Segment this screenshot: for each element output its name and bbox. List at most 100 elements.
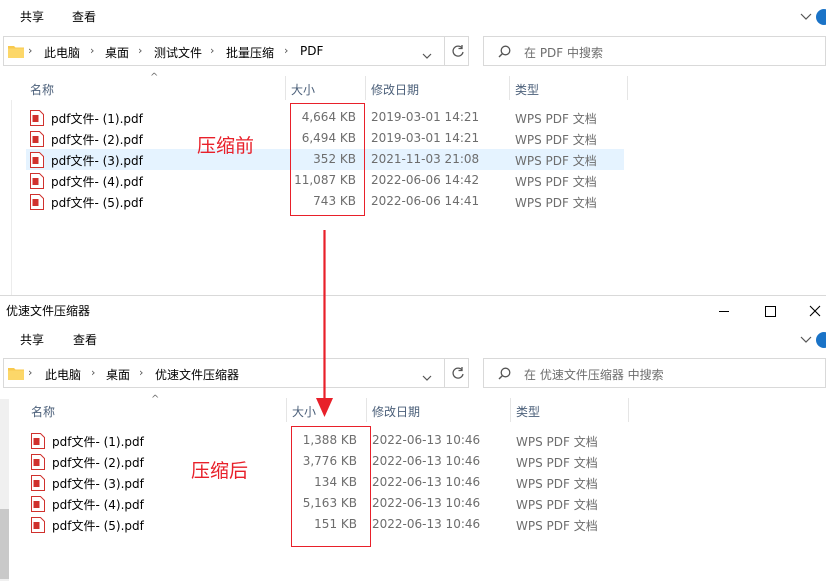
explorer-window-after: 优速文件压缩器 共享 查看 › 此电脑 › 桌面 › 优速文件压缩器 在 优速文… [0,295,826,581]
explorer-window-before: 共享 查看 › 此电脑 › 桌面 › 测试文件 › 批量压缩 › PDF 在 P… [0,0,826,295]
file-modified: 2022-06-13 10:46 [372,433,481,447]
address-bar[interactable]: › 此电脑 › 桌面 › 优速文件压缩器 [3,358,469,388]
column-header-size[interactable]: 大小 [292,403,316,420]
file-modified: 2022-06-06 14:42 [371,173,480,187]
ribbon: 共享 查看 [0,327,826,353]
chevron-right-icon: › [138,44,143,57]
ribbon-tab-share[interactable]: 共享 [20,331,44,348]
breadcrumb-item[interactable]: 优速文件压缩器 [155,366,239,383]
breadcrumb-item[interactable]: 此电脑 [44,44,80,61]
column-header-row: ^ 名称 大小 修改日期 类型 [0,394,826,424]
folder-icon [8,44,24,61]
file-name: pdf文件- (5).pdf [52,519,144,533]
close-icon [809,305,821,317]
column-header-modified[interactable]: 修改日期 [372,403,420,420]
pane-divider [11,100,12,295]
sort-ascending-icon: ^ [151,394,160,405]
file-name: pdf文件- (4).pdf [52,498,144,512]
chevron-right-icon: › [210,44,215,57]
search-box[interactable]: 在 PDF 中搜索 [483,36,826,66]
ribbon: 共享 查看 [0,4,826,30]
column-divider[interactable] [509,76,510,100]
scrollbar-thumb[interactable] [0,509,9,579]
breadcrumb-item[interactable]: 桌面 [105,44,129,61]
chevron-down-icon[interactable] [422,48,432,62]
column-divider[interactable] [286,398,287,422]
file-modified: 2019-03-01 14:21 [371,131,480,145]
chevron-right-icon: › [90,44,95,57]
column-divider[interactable] [628,398,629,422]
size-highlight-box [291,426,371,547]
refresh-button[interactable] [444,358,470,388]
column-header-name[interactable]: 名称 [30,81,54,98]
help-icon[interactable] [816,332,826,348]
file-name: pdf文件- (4).pdf [51,175,143,189]
file-type: WPS PDF 文档 [515,175,597,189]
search-box[interactable]: 在 优速文件压缩器 中搜索 [483,358,826,388]
ribbon-tab-share[interactable]: 共享 [20,8,44,25]
column-header-type[interactable]: 类型 [516,403,540,420]
file-name: pdf文件- (1).pdf [52,435,144,449]
close-button[interactable] [792,296,826,326]
file-type: WPS PDF 文档 [516,456,598,470]
maximize-button[interactable] [747,296,793,326]
chevron-down-icon[interactable] [800,333,812,347]
file-type: WPS PDF 文档 [515,196,597,210]
title-bar[interactable]: 优速文件压缩器 [0,296,826,324]
maximize-icon [764,305,776,317]
column-divider[interactable] [365,76,366,100]
ribbon-tab-view[interactable]: 查看 [73,331,97,348]
file-name: pdf文件- (2).pdf [52,456,144,470]
pdf-file-icon [31,496,45,515]
column-divider[interactable] [510,398,511,422]
column-divider[interactable] [627,76,628,100]
column-divider[interactable] [285,76,286,100]
window-title: 优速文件压缩器 [6,304,91,318]
file-modified: 2019-03-01 14:21 [371,110,480,124]
column-header-row: ^ 名称 大小 修改日期 类型 [0,72,826,102]
address-bar[interactable]: › 此电脑 › 桌面 › 测试文件 › 批量压缩 › PDF [3,36,469,66]
ribbon-tab-view[interactable]: 查看 [72,8,96,25]
column-header-size[interactable]: 大小 [291,81,315,98]
pdf-file-icon [30,194,44,213]
minimize-button[interactable] [701,296,747,326]
column-header-modified[interactable]: 修改日期 [371,81,419,98]
file-modified: 2022-06-13 10:46 [372,475,481,489]
pdf-file-icon [31,475,45,494]
refresh-button[interactable] [444,36,470,66]
search-icon [498,367,511,383]
help-icon[interactable] [816,9,826,25]
nav-pane-scrollbar[interactable] [0,399,9,581]
chevron-right-icon: › [284,44,289,57]
breadcrumb-item[interactable]: 批量压缩 [226,44,274,61]
file-name: pdf文件- (1).pdf [51,112,143,126]
file-type: WPS PDF 文档 [515,154,597,168]
minimize-icon [718,310,729,312]
chevron-down-icon[interactable] [800,10,812,24]
pdf-file-icon [30,131,44,150]
column-divider[interactable] [366,398,367,422]
breadcrumb-item[interactable]: 测试文件 [154,44,202,61]
breadcrumb-item[interactable]: 桌面 [106,366,130,383]
chevron-right-icon: › [91,366,96,379]
file-name: pdf文件- (5).pdf [51,196,143,210]
search-placeholder: 在 PDF 中搜索 [524,46,604,60]
file-type: WPS PDF 文档 [516,519,598,533]
size-highlight-box [290,103,365,216]
chevron-down-icon[interactable] [422,370,432,384]
chevron-right-icon: › [139,366,144,379]
breadcrumb-item[interactable]: PDF [300,44,323,58]
file-type: WPS PDF 文档 [516,477,598,491]
pdf-file-icon [30,152,44,171]
breadcrumb-item[interactable]: 此电脑 [45,366,81,383]
pdf-file-icon [31,433,45,452]
pdf-file-icon [31,517,45,536]
chevron-right-icon: › [28,366,33,379]
search-placeholder: 在 优速文件压缩器 中搜索 [524,368,664,382]
column-header-type[interactable]: 类型 [515,81,539,98]
pdf-file-icon [31,454,45,473]
file-type: WPS PDF 文档 [516,435,598,449]
pdf-file-icon [30,110,44,129]
column-header-name[interactable]: 名称 [31,403,55,420]
file-type: WPS PDF 文档 [516,498,598,512]
